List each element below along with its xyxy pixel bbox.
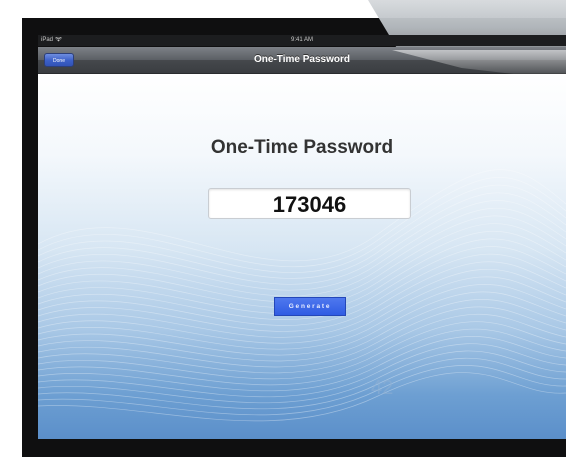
main-content: One-Time Password 173046 Generate 42	[38, 74, 566, 439]
generate-button[interactable]: Generate	[274, 297, 346, 316]
wave-line	[38, 284, 566, 350]
wave-line	[38, 223, 566, 303]
page-heading: One-Time Password	[210, 137, 394, 158]
wave-line	[38, 313, 566, 374]
device-bezel-bottom	[22, 439, 566, 457]
status-bar: iPad 9:41 AM	[38, 35, 566, 46]
wave-line	[38, 321, 566, 380]
password-field[interactable]: 173046	[208, 188, 411, 219]
page-number: 42	[371, 377, 394, 399]
status-clock: 9:41 AM	[290, 37, 313, 43]
wave-line	[38, 365, 566, 416]
wave-background	[38, 169, 566, 422]
wave-line	[38, 372, 566, 422]
